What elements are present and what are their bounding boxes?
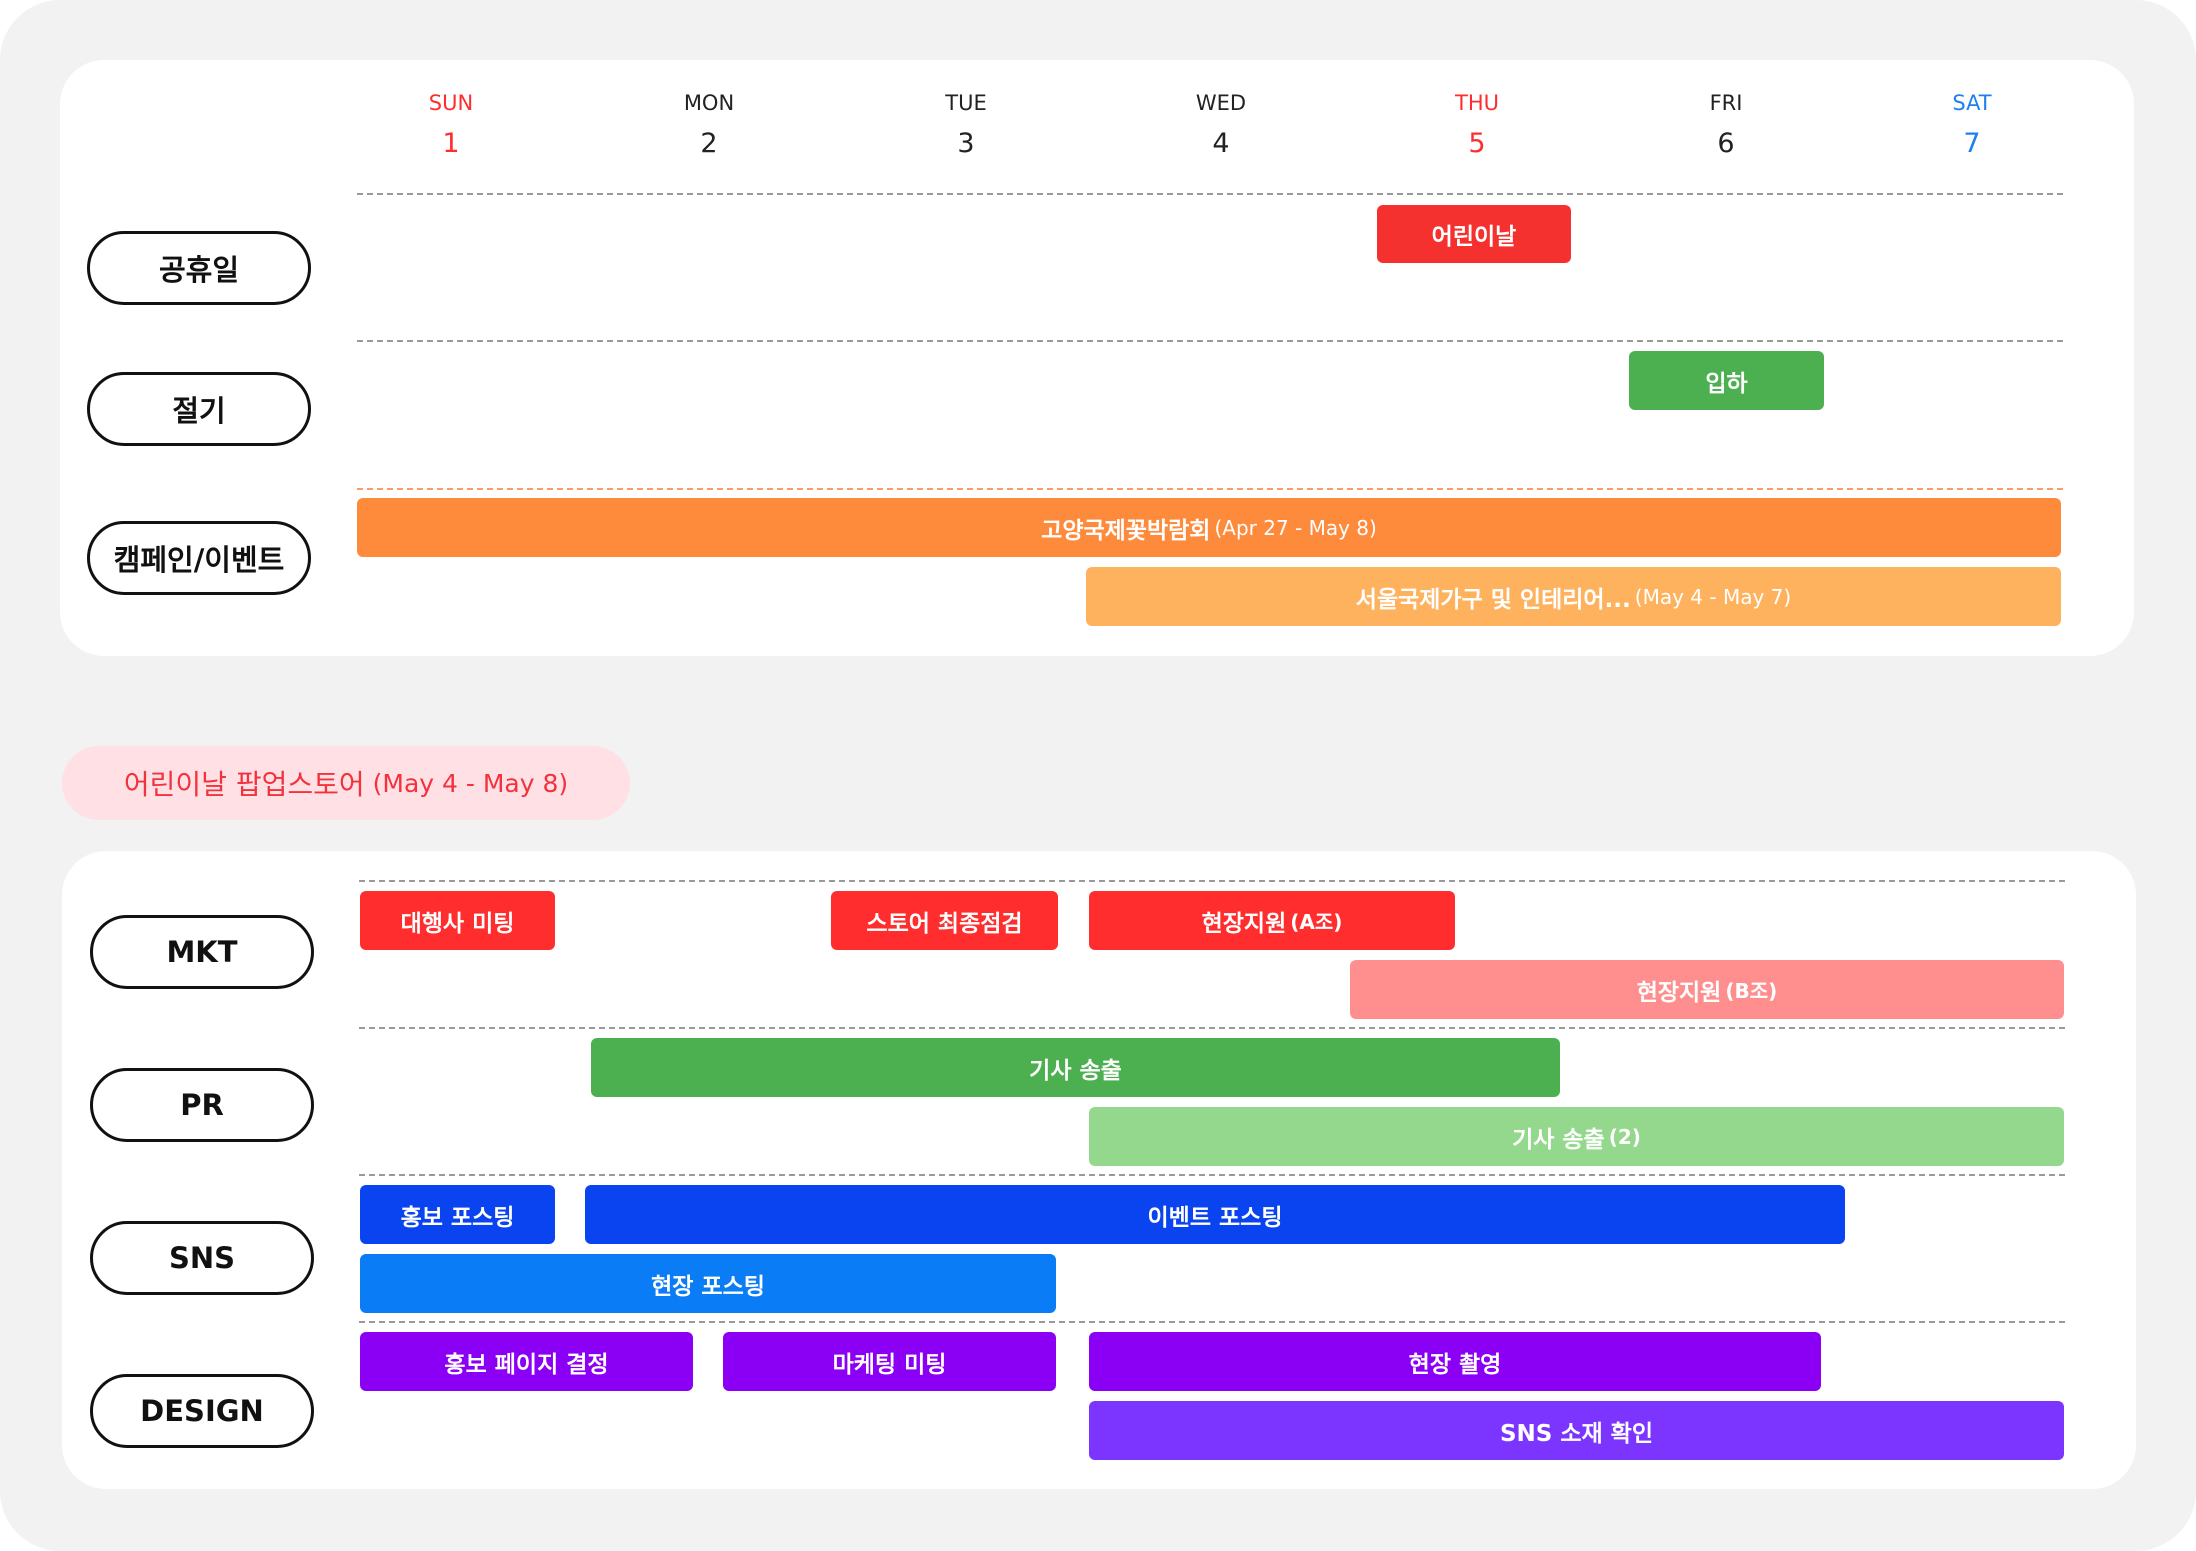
row-separator — [357, 488, 2063, 490]
task-title: 현장지원 — [1201, 910, 1287, 937]
row-label-sns: SNS — [90, 1221, 314, 1295]
event-seoul-furniture-fair[interactable]: 서울국제가구 및 인테리어... (May 4 - May 7) — [1086, 567, 2061, 626]
day-name-tue: TUE — [945, 91, 987, 115]
day-name-sun: SUN — [428, 91, 474, 115]
event-ipha[interactable]: 입하 — [1629, 351, 1824, 410]
task-article-release-2[interactable]: 기사 송출 (2) — [1089, 1107, 2064, 1166]
row-label-design: DESIGN — [90, 1374, 314, 1448]
event-goyang-flower-expo[interactable]: 고양국제꽃박람회 (Apr 27 - May 8) — [357, 498, 2061, 557]
task-title: 기사 송출 — [1029, 1057, 1122, 1084]
event-dates: (May 4 - May 7) — [1634, 584, 1792, 609]
task-title: 홍보 페이지 결정 — [444, 1351, 609, 1378]
row-separator — [357, 340, 2063, 342]
day-number-sun: 1 — [442, 128, 460, 159]
task-promo-posting[interactable]: 홍보 포스팅 — [360, 1185, 555, 1244]
event-title: 고양국제꽃박람회 — [1041, 517, 1211, 544]
task-title: 현장지원 — [1636, 979, 1722, 1006]
event-title: 입하 — [1705, 370, 1748, 397]
task-suffix: (2) — [1608, 1124, 1641, 1149]
day-number-fri: 6 — [1717, 128, 1735, 159]
day-name-sat: SAT — [1952, 91, 1992, 115]
task-marketing-meeting[interactable]: 마케팅 미팅 — [723, 1332, 1056, 1391]
task-title: 현장 포스팅 — [651, 1273, 765, 1300]
row-label-mkt: MKT — [90, 915, 314, 989]
task-title: SNS 소재 확인 — [1499, 1420, 1654, 1447]
task-agency-meeting[interactable]: 대행사 미팅 — [360, 891, 555, 950]
task-title: 이벤트 포스팅 — [1147, 1204, 1283, 1231]
task-suffix: (B조) — [1725, 979, 1778, 1003]
day-number-thu: 5 — [1468, 128, 1486, 159]
day-number-tue: 3 — [957, 128, 975, 159]
row-separator — [359, 1027, 2065, 1029]
task-sns-material-check[interactable]: SNS 소재 확인 — [1089, 1401, 2064, 1460]
popup-title: 어린이날 팝업스토어 — [123, 768, 365, 801]
row-separator — [359, 1321, 2065, 1323]
day-number-wed: 4 — [1212, 128, 1230, 159]
row-label-campaigns: 캠페인/이벤트 — [87, 521, 311, 595]
row-label-holidays: 공휴일 — [87, 231, 311, 305]
row-label-pr: PR — [90, 1068, 314, 1142]
day-name-fri: FRI — [1709, 91, 1743, 115]
task-onsite-support-b[interactable]: 현장지원 (B조) — [1350, 960, 2064, 1019]
row-label-solar-terms: 절기 — [87, 372, 311, 446]
day-name-thu: THU — [1455, 91, 1499, 115]
task-title: 홍보 포스팅 — [400, 1204, 515, 1231]
event-dates: (Apr 27 - May 8) — [1214, 515, 1377, 540]
task-title: 스토어 최종점검 — [866, 910, 1023, 937]
event-title: 어린이날 — [1431, 224, 1517, 250]
task-title: 기사 송출 — [1512, 1126, 1605, 1153]
task-promo-page-decision[interactable]: 홍보 페이지 결정 — [360, 1332, 693, 1391]
day-name-mon: MON — [683, 91, 735, 115]
day-number-sat: 7 — [1963, 128, 1981, 159]
row-separator — [357, 193, 2063, 195]
task-onsite-support-a[interactable]: 현장지원 (A조) — [1089, 891, 1455, 950]
row-separator — [359, 880, 2065, 882]
task-suffix: (A조) — [1290, 910, 1343, 934]
day-name-wed: WED — [1195, 91, 1247, 115]
popup-dates: (May 4 - May 8) — [372, 768, 569, 798]
task-article-release[interactable]: 기사 송출 — [591, 1038, 1560, 1097]
popup-store-tag[interactable]: 어린이날 팝업스토어 (May 4 - May 8) — [62, 746, 630, 820]
row-separator — [359, 1174, 2065, 1176]
event-title: 서울국제가구 및 인테리어... — [1355, 586, 1631, 613]
task-onsite-shoot[interactable]: 현장 촬영 — [1089, 1332, 1821, 1391]
task-title: 마케팅 미팅 — [832, 1351, 947, 1378]
task-title: 대행사 미팅 — [400, 910, 515, 937]
task-title: 현장 촬영 — [1408, 1351, 1502, 1378]
task-event-posting[interactable]: 이벤트 포스팅 — [585, 1185, 1845, 1244]
day-number-mon: 2 — [700, 128, 718, 159]
task-onsite-posting[interactable]: 현장 포스팅 — [360, 1254, 1056, 1313]
task-store-final-check[interactable]: 스토어 최종점검 — [831, 891, 1058, 950]
event-childrens-day[interactable]: 어린이날 — [1377, 205, 1571, 263]
